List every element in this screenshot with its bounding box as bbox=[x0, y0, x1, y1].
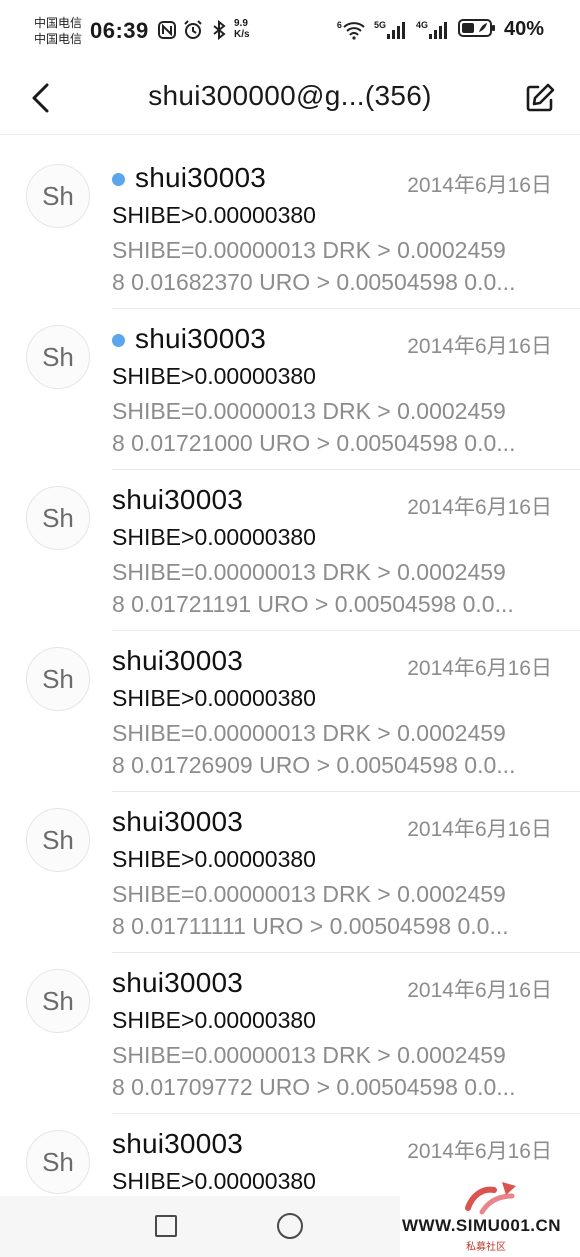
preview-line: 8 0.01711111 URO > 0.00504598 0.0... bbox=[112, 913, 509, 939]
preview-line: 8 0.01682370 URO > 0.00504598 0.0... bbox=[112, 269, 516, 295]
signal-5g-label: 5G bbox=[373, 19, 386, 30]
preview-line: SHIBE=0.00000013 DRK > 0.0002459 bbox=[112, 881, 506, 907]
unread-dot-icon bbox=[112, 172, 125, 186]
status-bar: 中国电信 中国电信 06:39 9.9 K/s 6 5G 4G 40% bbox=[0, 0, 580, 62]
message-subject: SHIBE>0.00000380 bbox=[112, 846, 316, 872]
network-speed-unit: K/s bbox=[234, 29, 250, 40]
watermark-url: WWW.SIMU001.CN bbox=[402, 1216, 562, 1235]
alarm-icon bbox=[183, 20, 203, 40]
message-subject: SHIBE>0.00000380 bbox=[112, 202, 316, 228]
message-preview: SHIBE=0.00000013 DRK > 0.0002459 8 0.017… bbox=[112, 717, 552, 781]
message-item[interactable]: Sh shui30003 2014年6月16日 SHIBE>0.00000380… bbox=[0, 953, 580, 1114]
message-date: 2014年6月16日 bbox=[407, 1140, 552, 1163]
preview-line: SHIBE=0.00000013 DRK > 0.0002459 bbox=[112, 237, 506, 263]
sender-row: shui30003 bbox=[112, 645, 243, 677]
sender-row: shui30003 bbox=[112, 162, 266, 194]
message-item[interactable]: Sh shui30003 2014年6月16日 SHIBE>0.00000380… bbox=[0, 148, 580, 309]
preview-line: 8 0.01721000 URO > 0.00504598 0.0... bbox=[112, 430, 516, 456]
bluetooth-icon bbox=[209, 20, 229, 40]
signal-4g-label: 4G bbox=[415, 19, 428, 30]
watermark-subtitle: 私募社区 bbox=[466, 1242, 506, 1253]
sender-row: shui30003 bbox=[112, 484, 243, 516]
watermark-logo-icon bbox=[465, 1182, 516, 1215]
message-date: 2014年6月16日 bbox=[407, 818, 552, 841]
avatar[interactable]: Sh bbox=[26, 486, 90, 550]
avatar[interactable]: Sh bbox=[26, 647, 90, 711]
avatar[interactable]: Sh bbox=[26, 164, 90, 228]
wifi-icon: 6 bbox=[337, 20, 366, 40]
network-speed-value: 9.9 bbox=[234, 18, 248, 29]
message-preview: SHIBE=0.00000013 DRK > 0.0002459 8 0.017… bbox=[112, 395, 552, 459]
watermark: WWW.SIMU001.CN 私募社区 bbox=[400, 1176, 580, 1257]
message-subject: SHIBE>0.00000380 bbox=[112, 1168, 316, 1194]
sender-row: shui30003 bbox=[112, 1128, 243, 1160]
message-list[interactable]: Sh shui30003 2014年6月16日 SHIBE>0.00000380… bbox=[0, 148, 580, 1196]
message-subject: SHIBE>0.00000380 bbox=[112, 1007, 316, 1033]
square-icon[interactable] bbox=[155, 1215, 177, 1237]
preview-line: SHIBE=0.00000013 DRK > 0.0002459 bbox=[112, 720, 506, 746]
page-title: shui300000@g...(356) bbox=[148, 80, 432, 111]
sender-name: shui30003 bbox=[112, 806, 244, 837]
message-item[interactable]: Sh shui30003 2014年6月16日 SHIBE>0.00000380… bbox=[0, 309, 580, 470]
title-bar: shui300000@g...(356) bbox=[0, 62, 580, 135]
sender-name: shui30003 bbox=[112, 645, 244, 676]
sender-name: shui30003 bbox=[112, 967, 244, 998]
preview-line: SHIBE=0.00000013 DRK > 0.0002459 bbox=[112, 1042, 506, 1068]
message-date: 2014年6月16日 bbox=[407, 979, 552, 1002]
carrier-labels: 中国电信 中国电信 bbox=[34, 15, 82, 47]
carrier-2: 中国电信 bbox=[34, 32, 83, 46]
message-subject: SHIBE>0.00000380 bbox=[112, 524, 316, 550]
circle-icon[interactable] bbox=[277, 1213, 303, 1239]
sender-name: shui30003 bbox=[135, 323, 267, 354]
message-subject: SHIBE>0.00000380 bbox=[112, 685, 316, 711]
message-date: 2014年6月16日 bbox=[407, 335, 552, 358]
preview-line: 8 0.01709772 URO > 0.00504598 0.0... bbox=[112, 1074, 516, 1100]
avatar[interactable]: Sh bbox=[26, 1130, 90, 1194]
message-preview: SHIBE=0.00000013 DRK > 0.0002459 8 0.016… bbox=[112, 234, 552, 298]
signal-4g-icon: 4G bbox=[416, 20, 450, 40]
unread-dot-icon bbox=[112, 333, 125, 347]
message-item[interactable]: Sh shui30003 2014年6月16日 SHIBE>0.00000380… bbox=[0, 470, 580, 631]
message-item[interactable]: Sh shui30003 2014年6月16日 SHIBE>0.00000380… bbox=[0, 631, 580, 792]
sender-row: shui30003 bbox=[112, 806, 243, 838]
network-speed: 9.9 K/s bbox=[234, 18, 250, 40]
preview-line: SHIBE=0.00000013 DRK > 0.0002459 bbox=[112, 559, 506, 585]
message-preview: SHIBE=0.00000013 DRK > 0.0002459 8 0.017… bbox=[112, 556, 552, 620]
avatar[interactable]: Sh bbox=[26, 969, 90, 1033]
message-subject: SHIBE>0.00000380 bbox=[112, 363, 316, 389]
carrier-1: 中国电信 bbox=[34, 16, 83, 30]
avatar[interactable]: Sh bbox=[26, 325, 90, 389]
sender-name: shui30003 bbox=[112, 484, 244, 515]
clock: 06:39 bbox=[90, 18, 149, 43]
preview-line: SHIBE=0.00000013 DRK > 0.0002459 bbox=[112, 398, 506, 424]
message-date: 2014年6月16日 bbox=[407, 657, 552, 680]
compose-button[interactable] bbox=[520, 78, 560, 118]
battery-icon bbox=[457, 18, 496, 41]
message-preview: SHIBE=0.00000013 DRK > 0.0002459 8 0.017… bbox=[112, 878, 552, 942]
status-icons-left bbox=[157, 20, 229, 40]
preview-line: 8 0.01721191 URO > 0.00504598 0.0... bbox=[112, 591, 514, 617]
nfc-icon bbox=[157, 20, 177, 40]
compose-icon bbox=[526, 83, 555, 112]
message-date: 2014年6月16日 bbox=[407, 496, 552, 519]
preview-line: 8 0.01726909 URO > 0.00504598 0.0... bbox=[112, 752, 516, 778]
battery-percent: 40% bbox=[503, 18, 544, 40]
message-date: 2014年6月16日 bbox=[407, 174, 552, 197]
sender-row: shui30003 bbox=[112, 967, 243, 999]
sender-name: shui30003 bbox=[112, 1128, 244, 1159]
signal-5g-icon: 5G bbox=[374, 20, 408, 40]
status-icons-right: 6 5G 4G 40% bbox=[337, 18, 544, 41]
sender-row: shui30003 bbox=[112, 323, 266, 355]
message-preview: SHIBE=0.00000013 DRK > 0.0002459 8 0.017… bbox=[112, 1039, 552, 1103]
message-item[interactable]: Sh shui30003 2014年6月16日 SHIBE>0.00000380… bbox=[0, 792, 580, 953]
avatar[interactable]: Sh bbox=[26, 808, 90, 872]
sender-name: shui30003 bbox=[135, 162, 267, 193]
